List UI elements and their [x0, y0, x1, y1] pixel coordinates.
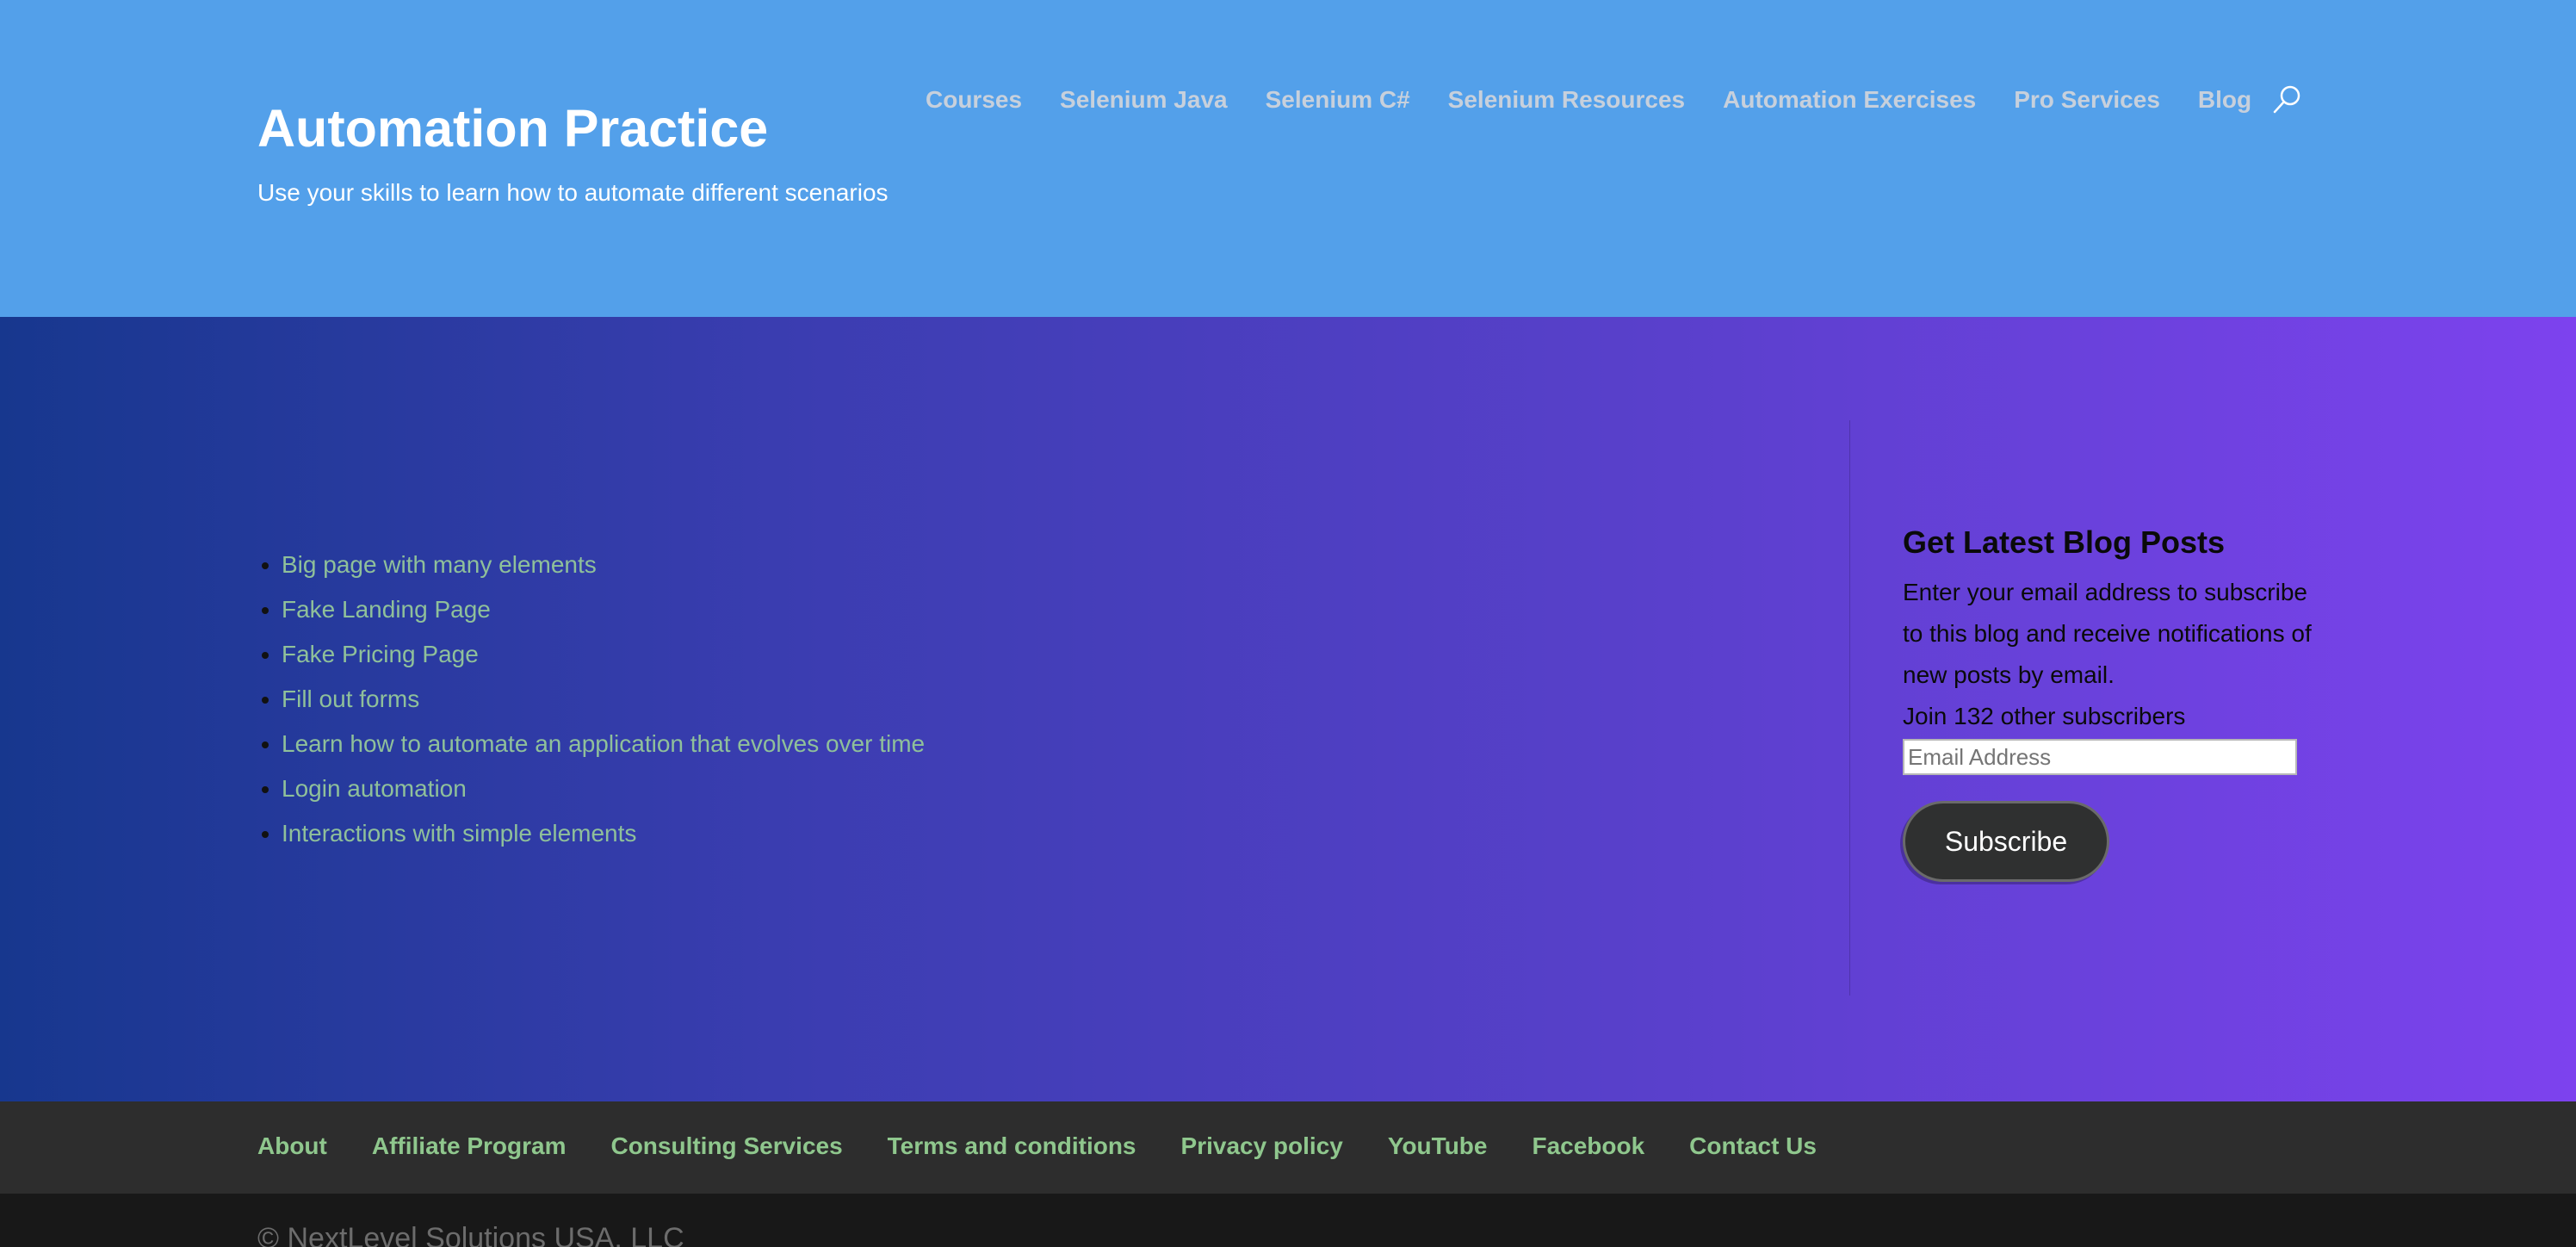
- footer-link-consulting-services[interactable]: Consulting Services: [610, 1129, 842, 1163]
- sidebar-divider: [1849, 420, 1850, 996]
- link-simple-elements[interactable]: Interactions with simple elements: [282, 820, 636, 847]
- link-login-automation[interactable]: Login automation: [282, 775, 467, 802]
- footer-link-terms[interactable]: Terms and conditions: [888, 1129, 1136, 1163]
- footer-nav: About Affiliate Program Consulting Servi…: [0, 1101, 2576, 1194]
- exercise-link-list: Big page with many elements Fake Landing…: [257, 543, 925, 856]
- link-evolving-application[interactable]: Learn how to automate an application tha…: [282, 730, 925, 757]
- list-item: Learn how to automate an application tha…: [282, 722, 925, 766]
- footer-link-affiliate-program[interactable]: Affiliate Program: [372, 1129, 567, 1163]
- link-fake-pricing-page[interactable]: Fake Pricing Page: [282, 641, 479, 667]
- footer-link-facebook[interactable]: Facebook: [1532, 1129, 1644, 1163]
- footer-link-list: About Affiliate Program Consulting Servi…: [257, 1129, 1861, 1163]
- list-item: Fill out forms: [282, 677, 925, 722]
- nav-item-courses[interactable]: Courses: [926, 83, 1022, 117]
- site-header: Automation Practice Use your skills to l…: [0, 0, 2576, 317]
- list-item: Fake Pricing Page: [282, 632, 925, 677]
- main-nav: Courses Selenium Java Selenium C# Seleni…: [926, 83, 2305, 117]
- footer-link-youtube[interactable]: YouTube: [1388, 1129, 1488, 1163]
- link-fill-out-forms[interactable]: Fill out forms: [282, 686, 419, 712]
- search-icon[interactable]: [2270, 83, 2305, 117]
- nav-item-selenium-resources[interactable]: Selenium Resources: [1448, 83, 1685, 117]
- subscribe-button[interactable]: Subscribe: [1903, 801, 2109, 882]
- site-tagline: Use your skills to learn how to automate…: [257, 179, 889, 206]
- link-big-page[interactable]: Big page with many elements: [282, 551, 597, 578]
- list-item: Big page with many elements: [282, 543, 925, 587]
- copyright-text: © NextLevel Solutions USA, LLC: [257, 1222, 684, 1247]
- main-content: Big page with many elements Fake Landing…: [0, 317, 2576, 1101]
- nav-item-automation-exercises[interactable]: Automation Exercises: [1723, 83, 1976, 117]
- subscribe-widget: Get Latest Blog Posts Enter your email a…: [1903, 524, 2333, 882]
- widget-description: Enter your email address to subscribe to…: [1903, 579, 2312, 688]
- widget-title: Get Latest Blog Posts: [1903, 524, 2226, 560]
- footer-link-contact-us[interactable]: Contact Us: [1689, 1129, 1817, 1163]
- list-item: Fake Landing Page: [282, 587, 925, 632]
- subscriber-count: Join 132 other subscribers: [1903, 703, 2186, 729]
- bottom-bar: © NextLevel Solutions USA, LLC: [0, 1194, 2576, 1247]
- nav-item-blog[interactable]: Blog: [2198, 83, 2251, 117]
- list-item: Interactions with simple elements: [282, 811, 925, 856]
- email-field[interactable]: [1903, 739, 2297, 775]
- nav-item-selenium-java[interactable]: Selenium Java: [1060, 83, 1228, 117]
- nav-item-pro-services[interactable]: Pro Services: [2014, 83, 2160, 117]
- footer-link-privacy-policy[interactable]: Privacy policy: [1181, 1129, 1343, 1163]
- link-fake-landing-page[interactable]: Fake Landing Page: [282, 596, 491, 623]
- list-item: Login automation: [282, 766, 925, 811]
- site-title[interactable]: Automation Practice: [257, 96, 768, 160]
- footer-link-about[interactable]: About: [257, 1129, 327, 1163]
- nav-item-selenium-csharp[interactable]: Selenium C#: [1266, 83, 1410, 117]
